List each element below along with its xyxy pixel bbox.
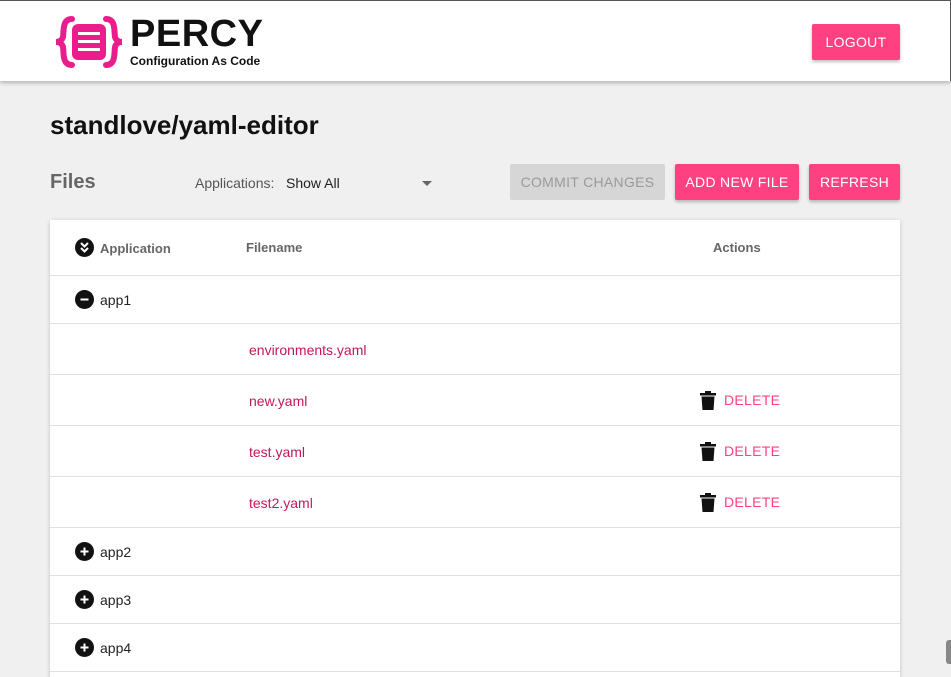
files-heading: Files bbox=[50, 171, 96, 193]
table-row-app3[interactable]: app3 bbox=[50, 576, 900, 624]
logout-button[interactable]: LOGOUT bbox=[812, 24, 900, 60]
column-header-filename: Filename bbox=[246, 240, 303, 255]
applications-select[interactable]: Show All bbox=[286, 172, 436, 194]
table-row-file: test.yaml DELETE bbox=[50, 426, 900, 477]
app-name: app2 bbox=[100, 544, 132, 560]
table-row-app4[interactable]: app4 bbox=[50, 624, 900, 672]
refresh-button[interactable]: REFRESH bbox=[809, 164, 900, 200]
file-link[interactable]: new.yaml bbox=[249, 393, 307, 409]
page-title: standlove/yaml-editor bbox=[50, 110, 319, 140]
file-link[interactable]: test.yaml bbox=[249, 444, 305, 460]
app-name: app4 bbox=[100, 640, 132, 656]
applications-filter-label: Applications: bbox=[195, 175, 275, 191]
expand-icon[interactable] bbox=[75, 590, 94, 609]
brand-name: PERCY bbox=[130, 13, 264, 55]
scrollbar-thumb[interactable] bbox=[946, 640, 951, 664]
expand-all-icon[interactable] bbox=[75, 238, 94, 257]
app-name: app3 bbox=[100, 592, 132, 608]
app-name: app1 bbox=[100, 292, 132, 308]
applications-select-value: Show All bbox=[286, 175, 340, 191]
table-row-file: new.yaml DELETE bbox=[50, 375, 900, 426]
table-row-app1[interactable]: app1 bbox=[50, 276, 900, 324]
brand-tagline: Configuration As Code bbox=[130, 54, 261, 68]
files-table: Application Filename Actions app1 enviro… bbox=[50, 220, 900, 677]
delete-button[interactable]: DELETE bbox=[700, 492, 780, 512]
file-link[interactable]: environments.yaml bbox=[249, 342, 367, 358]
top-app-bar: PERCY Configuration As Code LOGOUT bbox=[0, 0, 951, 81]
trash-icon bbox=[700, 492, 716, 512]
column-header-actions: Actions bbox=[713, 240, 761, 255]
trash-icon bbox=[700, 390, 716, 410]
expand-icon[interactable] bbox=[75, 542, 94, 561]
delete-label: DELETE bbox=[724, 494, 781, 510]
collapse-icon[interactable] bbox=[75, 290, 94, 309]
trash-icon bbox=[700, 441, 716, 461]
table-header: Application Filename Actions bbox=[50, 220, 900, 276]
table-row-file: environments.yaml bbox=[50, 324, 900, 375]
percy-logo: PERCY Configuration As Code bbox=[54, 15, 263, 69]
delete-button[interactable]: DELETE bbox=[700, 441, 780, 461]
percy-brace-logo-icon bbox=[55, 16, 123, 68]
delete-button[interactable]: DELETE bbox=[700, 390, 780, 410]
add-new-file-button[interactable]: ADD NEW FILE bbox=[675, 164, 799, 200]
table-row-file: test2.yaml DELETE bbox=[50, 477, 900, 528]
delete-label: DELETE bbox=[724, 443, 781, 459]
expand-icon[interactable] bbox=[75, 638, 94, 657]
table-row-app2[interactable]: app2 bbox=[50, 528, 900, 576]
chevron-down-icon bbox=[422, 180, 432, 186]
file-link[interactable]: test2.yaml bbox=[249, 495, 313, 511]
commit-changes-button[interactable]: COMMIT CHANGES bbox=[510, 164, 665, 200]
column-header-application: Application bbox=[100, 241, 171, 256]
delete-label: DELETE bbox=[724, 392, 781, 408]
